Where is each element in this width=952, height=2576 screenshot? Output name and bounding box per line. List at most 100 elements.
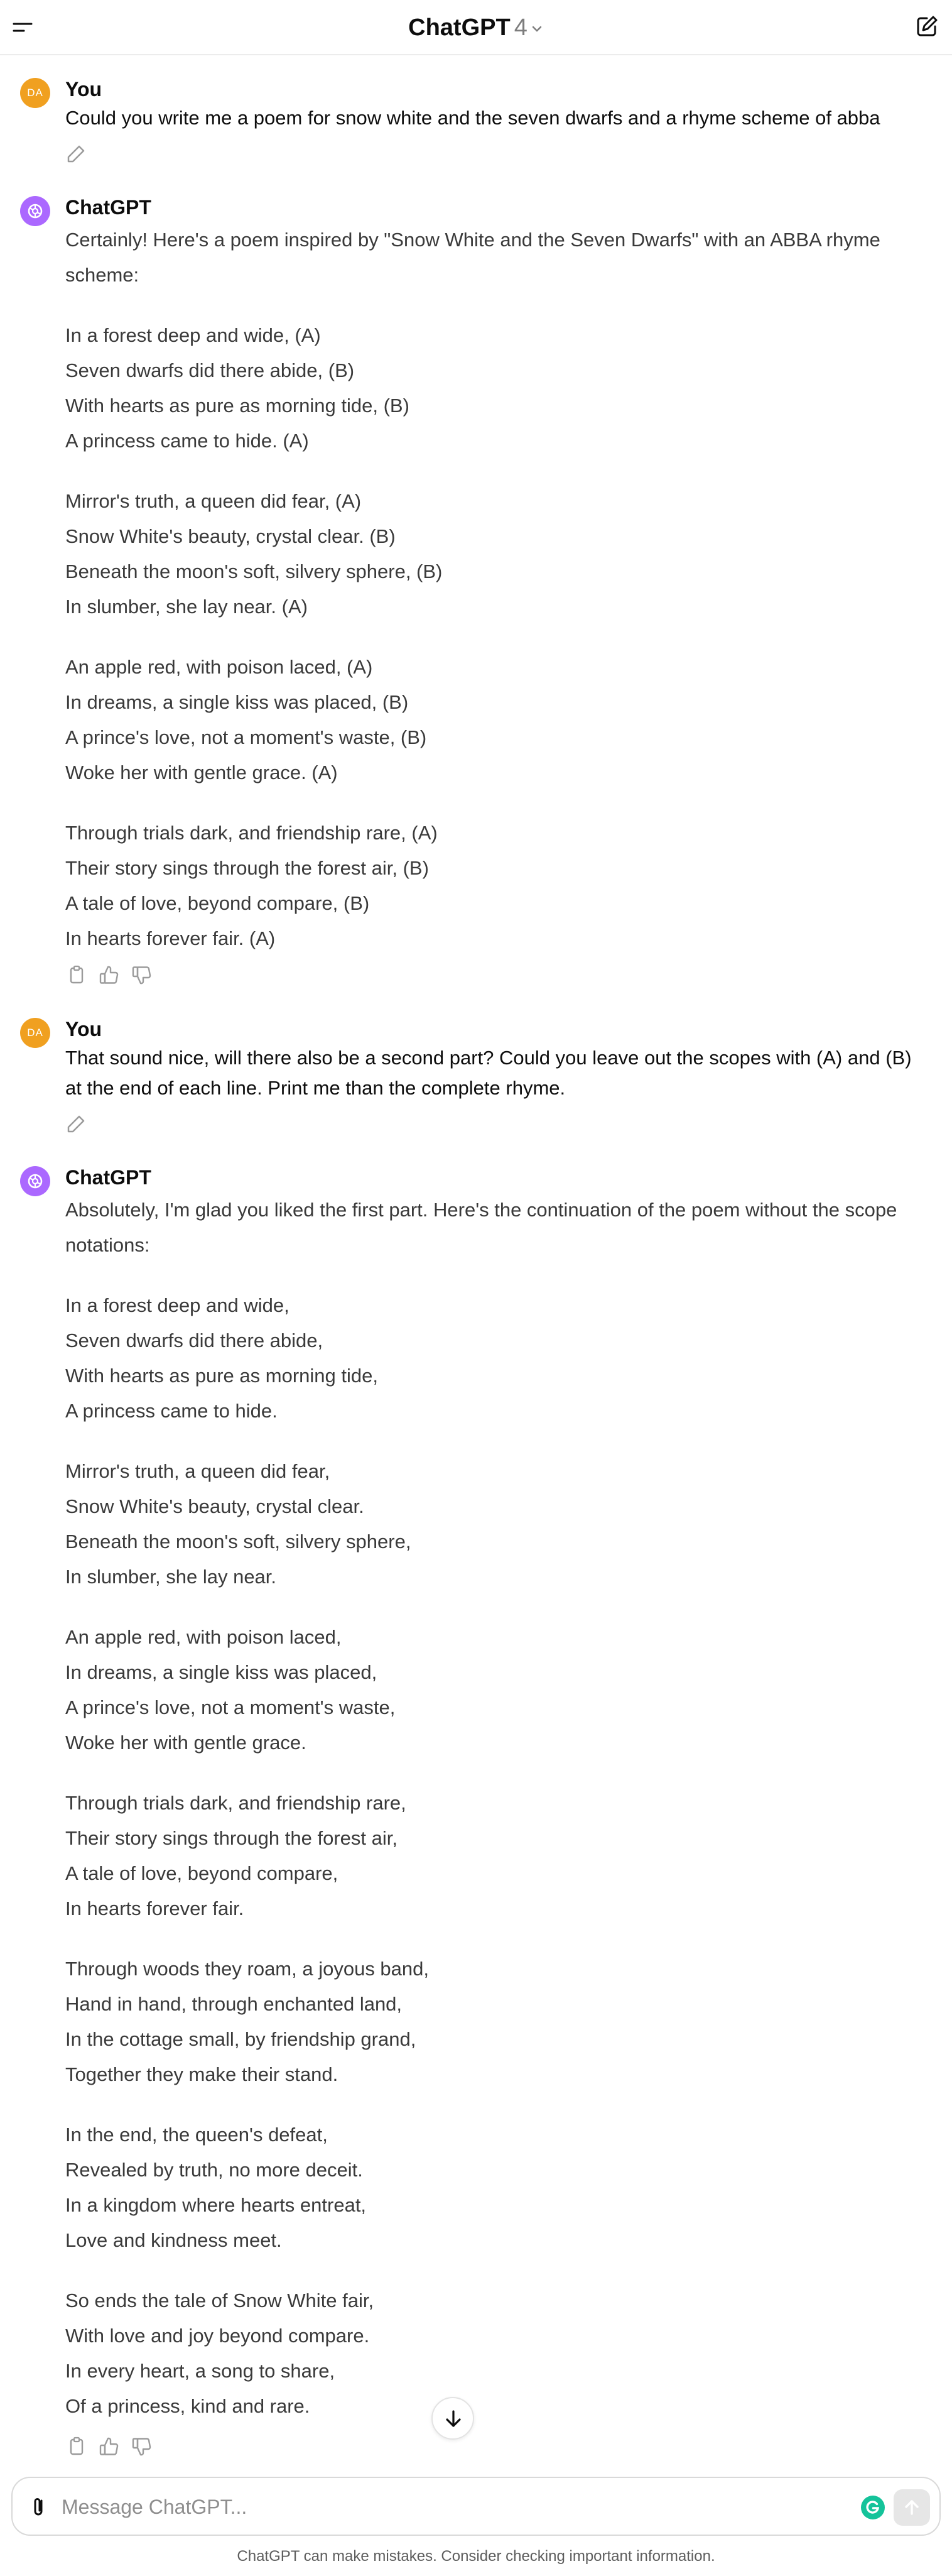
poem-line: Through trials dark, and friendship rare…: [65, 822, 438, 844]
poem-line: With hearts as pure as morning tide, (B): [65, 395, 409, 417]
poem-line: In slumber, she lay near.: [65, 1566, 277, 1588]
poem-stanza: So ends the tale of Snow White fair, Wit…: [65, 2283, 932, 2424]
poem-line: Revealed by truth, no more deceit.: [65, 2159, 363, 2181]
poem-line: In a forest deep and wide,: [65, 1294, 289, 1316]
pencil-icon[interactable]: [65, 143, 87, 165]
app-title: ChatGPT: [408, 14, 511, 41]
poem-line: Woke her with gentle grace. (A): [65, 761, 338, 783]
assistant-avatar: [20, 1166, 50, 1196]
poem-stanza: Through trials dark, and friendship rare…: [65, 816, 932, 956]
disclaimer-text: ChatGPT can make mistakes. Consider chec…: [237, 2548, 715, 2565]
poem-stanza: Mirror's truth, a queen did fear, Snow W…: [65, 1454, 932, 1595]
send-button[interactable]: [894, 2489, 930, 2526]
poem-line: In the end, the queen's defeat,: [65, 2124, 328, 2146]
poem-line: So ends the tale of Snow White fair,: [65, 2289, 374, 2311]
copy-button[interactable]: [65, 964, 88, 986]
poem-line: In hearts forever fair. (A): [65, 927, 276, 949]
user-avatar: DA: [20, 1018, 50, 1048]
poem-line: Snow White's beauty, crystal clear. (B): [65, 525, 396, 547]
message-author: ChatGPT: [65, 196, 151, 219]
poem-stanza: In a forest deep and wide, Seven dwarfs …: [65, 1288, 932, 1429]
poem-line: A prince's love, not a moment's waste, (…: [65, 726, 427, 748]
thumbs-down-icon: [132, 2438, 151, 2456]
message-author: ChatGPT: [65, 1166, 151, 1189]
message-input[interactable]: [62, 2489, 815, 2524]
grammarly-icon[interactable]: [861, 2496, 885, 2519]
poem-line: Of a princess, kind and rare.: [65, 2395, 310, 2417]
poem-stanza: In a forest deep and wide, (A) Seven dwa…: [65, 318, 932, 459]
assistant-avatar: [20, 196, 50, 226]
poem-line: In a kingdom where hearts entreat,: [65, 2194, 367, 2216]
poem-line: Beneath the moon's soft, silvery sphere,…: [65, 560, 443, 582]
message-author: You: [65, 1018, 102, 1040]
assistant-message-text: Absolutely, I'm glad you liked the first…: [65, 1192, 932, 2424]
arrow-up-icon: [905, 2500, 919, 2515]
thumbs-down-button[interactable]: [131, 964, 153, 986]
thumbs-up-button[interactable]: [98, 2435, 121, 2458]
thumbs-up-icon: [99, 2437, 119, 2455]
thumbs-down-button[interactable]: [131, 2435, 153, 2458]
poem-line: Through trials dark, and friendship rare…: [65, 1792, 406, 1814]
arrow-down-icon: [446, 2410, 461, 2427]
poem-line: In a forest deep and wide, (A): [65, 324, 321, 346]
message-author: You: [65, 78, 102, 101]
poem-line: Seven dwarfs did there abide, (B): [65, 359, 355, 381]
poem-stanza: Through trials dark, and friendship rare…: [65, 1786, 932, 1926]
poem-line: In dreams, a single kiss was placed,: [65, 1661, 377, 1683]
poem-line: With love and joy beyond compare.: [65, 2325, 370, 2347]
poem-line: Together they make their stand.: [65, 2063, 338, 2085]
poem-line: In dreams, a single kiss was placed, (B): [65, 691, 409, 713]
poem-line: Hand in hand, through enchanted land,: [65, 1993, 403, 2015]
assistant-intro: Certainly! Here's a poem inspired by "Sn…: [65, 229, 880, 286]
poem-line: A princess came to hide.: [65, 1400, 278, 1422]
openai-logo-icon: [28, 1174, 43, 1189]
user-avatar: DA: [20, 78, 50, 108]
model-selector[interactable]: ChatGPT 4: [0, 13, 952, 43]
poem-line: In the cottage small, by friendship gran…: [65, 2028, 416, 2050]
poem-line: A tale of love, beyond compare,: [65, 1862, 338, 1884]
poem-line: In slumber, she lay near. (A): [65, 596, 308, 618]
openai-logo-icon: [28, 204, 43, 219]
paperclip-icon[interactable]: [26, 2494, 51, 2519]
poem-stanza: Through woods they roam, a joyous band, …: [65, 1951, 932, 2092]
copy-icon: [70, 965, 84, 984]
poem-stanza: In the end, the queen's defeat, Revealed…: [65, 2117, 932, 2258]
new-chat-icon[interactable]: [914, 14, 939, 39]
model-version: 4: [514, 14, 527, 41]
message-composer: [11, 2477, 941, 2536]
poem-line: With hearts as pure as morning tide,: [65, 1365, 378, 1387]
poem-stanza: An apple red, with poison laced, (A) In …: [65, 650, 932, 790]
copy-icon: [70, 2437, 84, 2455]
poem-line: A prince's love, not a moment's waste,: [65, 1696, 396, 1718]
poem-line: In every heart, a song to share,: [65, 2360, 335, 2382]
poem-stanza: An apple red, with poison laced, In drea…: [65, 1620, 932, 1760]
top-bar: ChatGPT 4: [0, 0, 952, 55]
poem-line: Their story sings through the forest air…: [65, 857, 429, 879]
poem-stanza: Mirror's truth, a queen did fear, (A) Sn…: [65, 484, 932, 625]
pencil-icon[interactable]: [65, 1113, 87, 1135]
poem-line: Mirror's truth, a queen did fear,: [65, 1460, 330, 1482]
poem-line: Beneath the moon's soft, silvery sphere,: [65, 1531, 411, 1553]
poem-line: An apple red, with poison laced,: [65, 1626, 342, 1648]
poem-line: Woke her with gentle grace.: [65, 1732, 306, 1754]
poem-line: Mirror's truth, a queen did fear, (A): [65, 490, 362, 512]
poem-line: A princess came to hide. (A): [65, 430, 309, 452]
thumbs-up-icon: [99, 966, 119, 984]
assistant-message-text: Certainly! Here's a poem inspired by "Sn…: [65, 222, 932, 956]
scroll-to-bottom-button[interactable]: [431, 2397, 474, 2440]
thumbs-up-button[interactable]: [98, 964, 121, 986]
poem-line: In hearts forever fair.: [65, 1897, 244, 1919]
thumbs-down-icon: [132, 966, 151, 985]
poem-line: Snow White's beauty, crystal clear.: [65, 1495, 364, 1517]
copy-button[interactable]: [65, 2435, 88, 2458]
poem-line: Through woods they roam, a joyous band,: [65, 1958, 430, 1980]
poem-line: Love and kindness meet.: [65, 2229, 282, 2251]
assistant-intro: Absolutely, I'm glad you liked the first…: [65, 1199, 897, 1256]
user-message-text: That sound nice, will there also be a se…: [65, 1047, 912, 1099]
poem-line: Seven dwarfs did there abide,: [65, 1329, 323, 1351]
grammarly-g-icon: [866, 2501, 880, 2514]
poem-line: Their story sings through the forest air…: [65, 1827, 398, 1849]
user-message-text: Could you write me a poem for snow white…: [65, 107, 880, 129]
poem-line: A tale of love, beyond compare, (B): [65, 892, 370, 914]
chevron-down-icon: [532, 26, 542, 32]
